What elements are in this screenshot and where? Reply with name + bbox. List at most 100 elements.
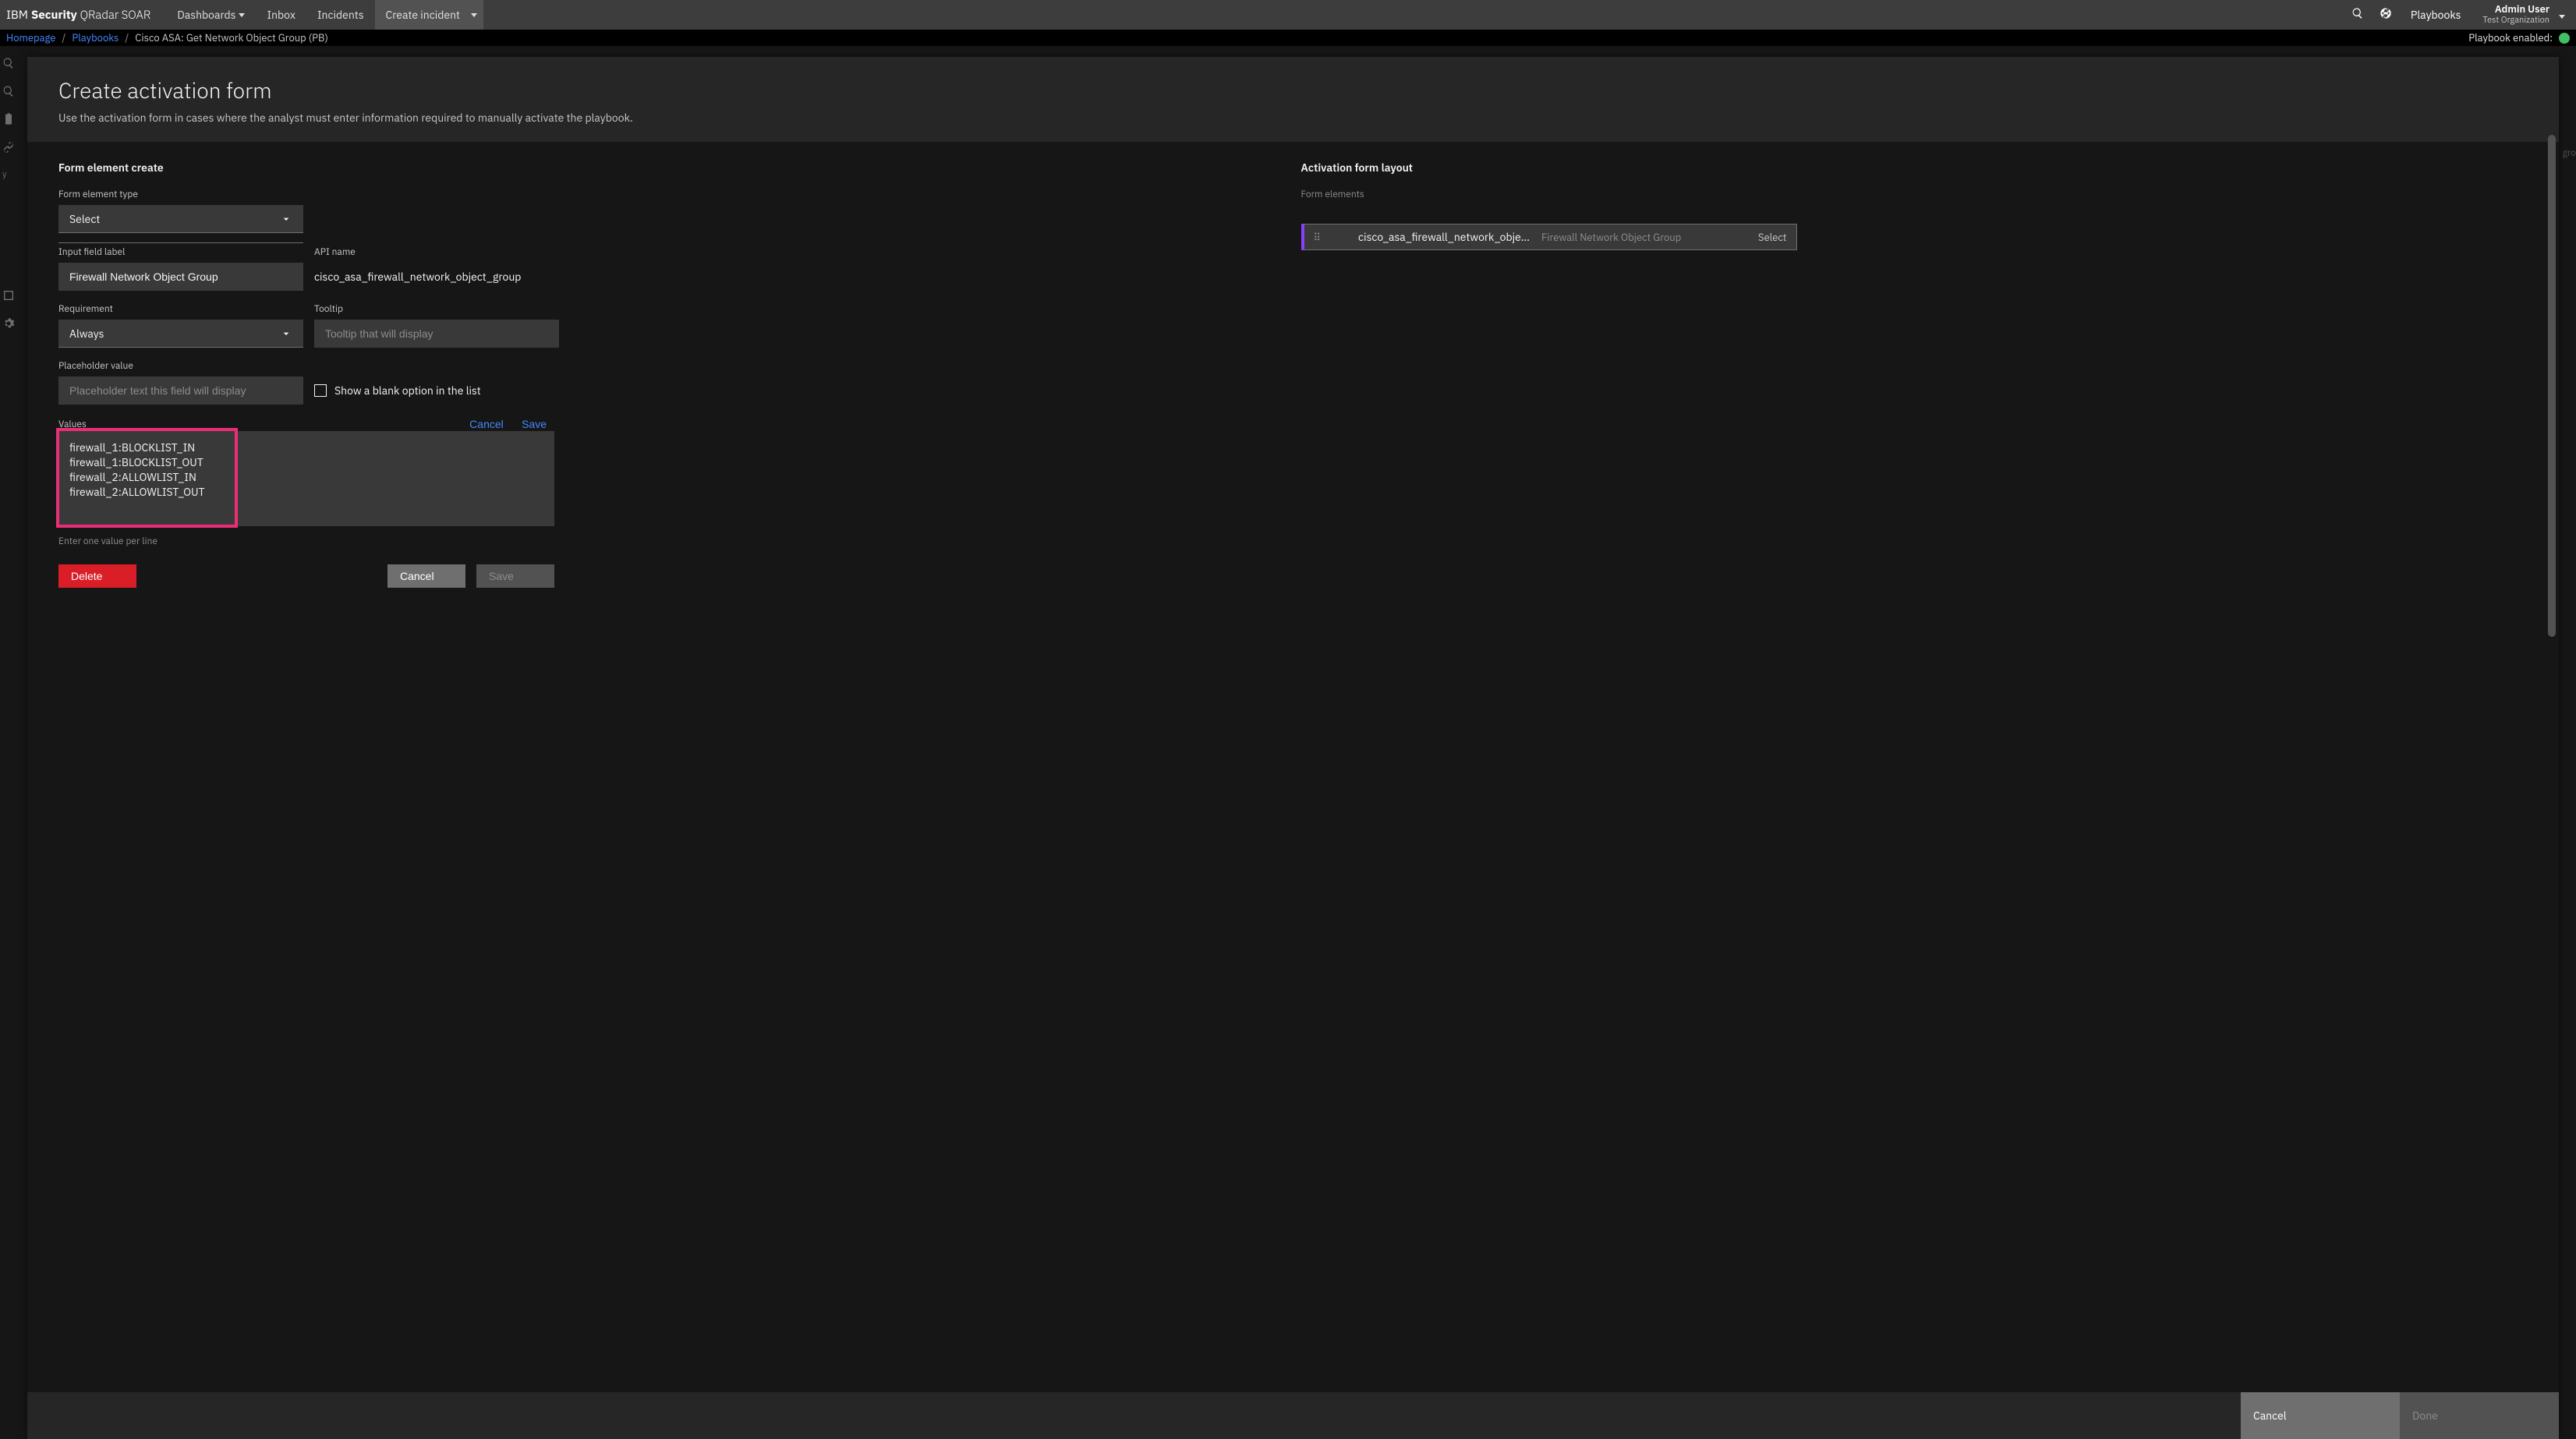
top-bar: IBM Security QRadar SOAR Dashboards Inbo… — [0, 0, 2576, 30]
requirement-value: Always — [69, 327, 104, 341]
rail-label: y — [2, 169, 17, 180]
modal-cancel-label: Cancel — [2253, 1409, 2287, 1423]
delete-button[interactable]: Delete — [58, 564, 136, 588]
logo-ibm: IBM — [6, 8, 28, 23]
caret-down-icon — [471, 13, 477, 17]
user-menu-dropdown[interactable] — [2554, 8, 2570, 22]
chevron-down-icon — [280, 327, 292, 340]
show-blank-label: Show a blank option in the list — [334, 384, 481, 398]
layout-item-apiname: cisco_asa_firewall_network_object_g… — [1358, 230, 1534, 244]
nav-playbooks-label: Playbooks — [2411, 8, 2461, 22]
section-title-create: Form element create — [58, 161, 1270, 175]
layout-item-label: Firewall Network Object Group — [1541, 231, 1750, 244]
nav-create-incident-label: Create incident — [386, 8, 460, 22]
user-menu[interactable]: Admin User Test Organization — [2472, 4, 2554, 26]
search-icon[interactable] — [2, 57, 15, 69]
nav-playbooks[interactable]: Playbooks — [2400, 8, 2472, 22]
element-action-row: Delete Cancel Save — [58, 564, 554, 588]
api-name-value: cisco_asa_firewall_network_object_group — [314, 263, 1270, 291]
create-activation-form-modal: Create activation form Use the activatio… — [27, 57, 2559, 1439]
row-label-api: Input field label API name cisco_asa_fir… — [58, 246, 1270, 291]
tooltip-input[interactable] — [314, 320, 559, 348]
modal-title: Create activation form — [58, 76, 2528, 104]
playbook-status: Playbook enabled: — [2468, 31, 2570, 44]
field-type: Form element type Select — [58, 189, 303, 243]
crumb-sep: / — [55, 31, 72, 44]
breadcrumb: Homepage / Playbooks / Cisco ASA: Get Ne… — [0, 30, 2576, 46]
globe-button[interactable] — [2372, 7, 2400, 23]
values-cancel-link[interactable]: Cancel — [462, 418, 511, 430]
modal-done-button: Done — [2400, 1392, 2559, 1439]
crumb-home[interactable]: Homepage — [6, 31, 55, 44]
crumb-sep: / — [119, 31, 135, 44]
requirement-select[interactable]: Always — [58, 320, 303, 348]
nav-inbox-label: Inbox — [267, 8, 295, 22]
panel-icon[interactable] — [2, 289, 15, 302]
search-button[interactable] — [2344, 7, 2372, 23]
nav-dashboards-label: Dashboards — [177, 8, 235, 22]
nav-dashboards[interactable]: Dashboards — [166, 0, 256, 30]
requirement-label: Requirement — [58, 303, 303, 315]
caret-down-icon — [239, 13, 245, 17]
values-hint: Enter one value per line — [58, 536, 1270, 547]
modal-subtitle: Use the activation form in cases where t… — [58, 111, 2528, 125]
drag-handle-icon[interactable]: ⠿ — [1314, 231, 1320, 244]
nav-incidents[interactable]: Incidents — [306, 0, 375, 30]
tooltip-label: Tooltip — [314, 303, 559, 315]
input-field-label-input[interactable] — [58, 263, 303, 291]
type-label: Form element type — [58, 189, 303, 200]
placeholder-value-input[interactable] — [58, 377, 303, 405]
workspace: y gro Create activation form Use the act… — [0, 46, 2576, 1439]
nav-create-incident[interactable]: Create incident — [375, 0, 483, 30]
placeholder-value-label: Placeholder value — [58, 360, 303, 372]
caret-down-icon — [2559, 15, 2565, 19]
field-input-label: Input field label — [58, 246, 303, 291]
crumb-current: Cisco ASA: Get Network Object Group (PB) — [135, 31, 328, 44]
link-icon[interactable] — [2, 141, 15, 154]
search-icon[interactable] — [2, 85, 15, 97]
section-title-layout: Activation form layout — [1301, 161, 2528, 175]
spacer — [27, 1392, 2241, 1439]
field-show-blank: Show a blank option in the list — [314, 377, 1270, 405]
field-tooltip: Tooltip — [314, 303, 559, 348]
create-incident-dropdown[interactable] — [463, 0, 477, 30]
modal-body: Form element create Form element type Se… — [27, 142, 2559, 1392]
type-select[interactable]: Select — [58, 205, 303, 233]
search-icon — [2351, 7, 2364, 19]
modal-cancel-button[interactable]: Cancel — [2241, 1392, 2400, 1439]
show-blank-checkbox[interactable] — [314, 384, 327, 397]
field-requirement: Requirement Always — [58, 303, 303, 348]
modal-header: Create activation form Use the activatio… — [27, 57, 2559, 142]
clipboard-icon[interactable] — [2, 113, 15, 126]
type-select-value: Select — [69, 212, 100, 226]
values-save-link[interactable]: Save — [514, 418, 554, 430]
values-header: Values Cancel Save — [58, 417, 554, 431]
scrollbar-thumb[interactable] — [2548, 135, 2556, 637]
cancel-button[interactable]: Cancel — [387, 564, 465, 588]
user-org: Test Organization — [2482, 16, 2549, 26]
enabled-indicator-icon[interactable] — [2559, 33, 2570, 44]
field-placeholder: Placeholder value — [58, 360, 303, 405]
gear-icon[interactable] — [2, 317, 15, 330]
truncated-edge-text: gro — [2563, 147, 2576, 159]
primary-nav: Dashboards Inbox Incidents Create incide… — [166, 0, 483, 30]
api-name-label: API name — [314, 246, 1270, 258]
activation-form-layout-panel: Activation form layout Form elements ⠿ c… — [1293, 161, 2528, 1374]
input-field-label-label: Input field label — [58, 246, 303, 258]
layout-item[interactable]: ⠿ cisco_asa_firewall_network_object_g… F… — [1301, 224, 1797, 250]
modal-footer: Cancel Done — [27, 1392, 2559, 1439]
modal-done-label: Done — [2412, 1409, 2438, 1423]
row-placeholder-blank: Placeholder value Show a blank option in… — [58, 360, 1270, 405]
product-logo: IBM Security QRadar SOAR — [6, 8, 166, 23]
values-textarea[interactable] — [58, 431, 554, 526]
layout-item-type: Select — [1758, 231, 1786, 244]
spacer — [147, 564, 377, 588]
crumb-playbooks[interactable]: Playbooks — [72, 31, 119, 44]
logo-security: Security — [31, 8, 77, 23]
divider — [58, 242, 303, 243]
values-highlight-box — [58, 431, 554, 529]
nav-inbox[interactable]: Inbox — [256, 0, 306, 30]
chevron-down-icon — [280, 213, 292, 225]
left-tool-rail: y — [0, 57, 17, 330]
globe-icon — [2380, 7, 2392, 19]
